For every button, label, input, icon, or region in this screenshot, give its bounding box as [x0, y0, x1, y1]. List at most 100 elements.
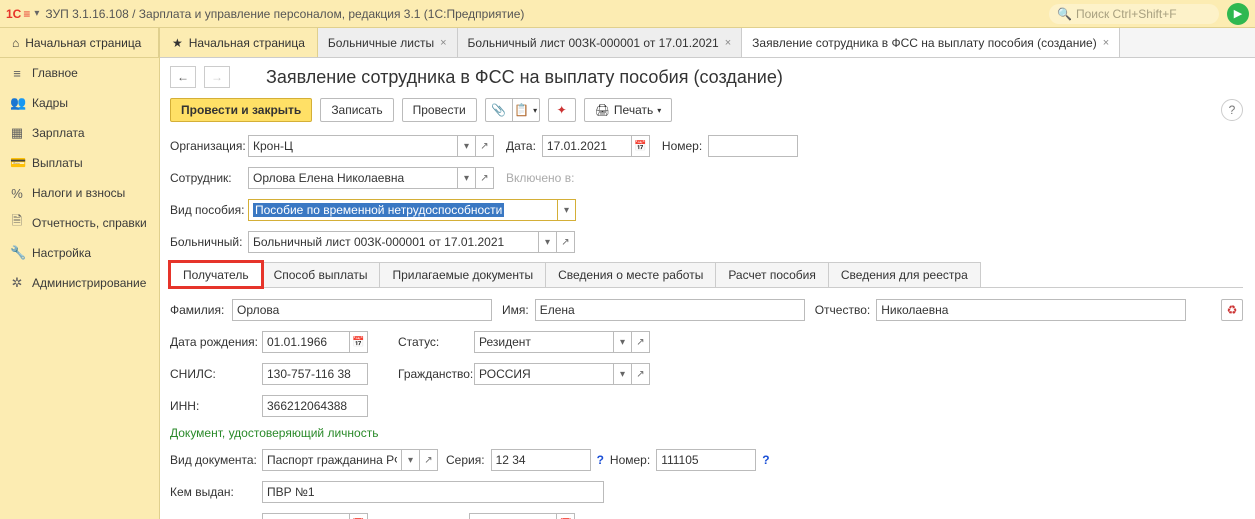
subtab-benefit-calc[interactable]: Расчет пособия [715, 262, 829, 287]
search-placeholder: Поиск Ctrl+Shift+F [1076, 7, 1177, 21]
open-icon[interactable]: ↗ [632, 363, 650, 385]
window-title: ЗУП 3.1.16.108 / Зарплата и управление п… [45, 7, 524, 21]
sidebar-item-main[interactable]: ≡Главное [0, 58, 159, 88]
doc-icon: 🗎 [10, 212, 24, 234]
open-icon[interactable]: ↗ [420, 449, 438, 471]
date-input[interactable] [542, 135, 632, 157]
included-in-label: Включено в: [506, 171, 574, 185]
dob-input[interactable] [262, 331, 350, 353]
series-label: Серия: [446, 453, 485, 467]
person-refresh-icon: ♻ [1227, 303, 1238, 317]
wrench-icon: 🔧 [10, 245, 24, 261]
citizenship-label: Гражданство: [398, 367, 468, 381]
dropdown-icon[interactable]: ▾ [539, 231, 557, 253]
inn-label: ИНН: [170, 399, 256, 413]
status-label: Статус: [398, 335, 468, 349]
dropdown-icon[interactable]: ▾ [558, 199, 576, 221]
print-button[interactable]: 🖨Печать▾ [584, 98, 673, 122]
sidebar-item-admin[interactable]: ✲Администрирование [0, 268, 159, 298]
name-label: Имя: [502, 303, 529, 317]
issue-date-input[interactable] [262, 513, 350, 519]
valid-until-input[interactable] [469, 513, 557, 519]
number-help[interactable]: ? [762, 453, 769, 467]
save-button[interactable]: Записать [320, 98, 393, 122]
subtab-recipient[interactable]: Получатель [170, 262, 262, 287]
patronymic-label: Отчество: [815, 303, 871, 317]
org-input[interactable] [248, 135, 458, 157]
attach-dropdown[interactable]: 📋▾ [512, 98, 540, 122]
attach-button[interactable]: 📎 [485, 98, 513, 122]
global-search[interactable]: 🔍 Поиск Ctrl+Shift+F [1049, 4, 1219, 24]
series-input[interactable] [491, 449, 591, 471]
subtab-registry-info[interactable]: Сведения для реестра [828, 262, 981, 287]
list-icon: ≡ [10, 66, 24, 81]
printer-icon: 🖨 [595, 103, 610, 117]
benefit-type-label: Вид пособия: [170, 203, 242, 217]
tab-sicklists[interactable]: Больничные листы× [318, 28, 458, 57]
close-icon[interactable]: × [440, 37, 446, 49]
calendar-icon[interactable]: 📅 [557, 513, 575, 519]
search-icon: 🔍 [1057, 7, 1072, 21]
clipboard-icon: 📋 [514, 103, 529, 117]
sidebar-item-hr[interactable]: 👥Кадры [0, 88, 159, 118]
surname-input[interactable] [232, 299, 492, 321]
status-input[interactable] [474, 331, 614, 353]
sidebar-item-payments[interactable]: 💳Выплаты [0, 148, 159, 178]
sidebar-item-salary[interactable]: ▦Зарплата [0, 118, 159, 148]
sidebar-item-settings[interactable]: 🔧Настройка [0, 238, 159, 268]
calendar-icon[interactable]: 📅 [350, 331, 368, 353]
subtab-payment-method[interactable]: Способ выплаты [261, 262, 381, 287]
sidebar-item-taxes[interactable]: %Налоги и взносы [0, 178, 159, 208]
open-icon[interactable]: ↗ [557, 231, 575, 253]
submit-button[interactable]: Провести [402, 98, 477, 122]
wand-icon: ✦ [557, 103, 567, 117]
open-icon[interactable]: ↗ [476, 135, 494, 157]
tab-sicklist-doc[interactable]: Больничный лист 00ЗК-000001 от 17.01.202… [458, 28, 743, 57]
card-icon: 💳 [10, 155, 24, 171]
number-input[interactable] [708, 135, 798, 157]
doc-number-input[interactable] [656, 449, 756, 471]
home-icon: ⌂ [12, 36, 19, 50]
name-input[interactable] [535, 299, 805, 321]
subtab-attached-docs[interactable]: Прилагаемые документы [379, 262, 546, 287]
patronymic-input[interactable] [876, 299, 1186, 321]
open-icon[interactable]: ↗ [632, 331, 650, 353]
magic-button[interactable]: ✦ [548, 98, 576, 122]
grid-icon: ▦ [10, 125, 24, 141]
forward-button[interactable]: → [204, 66, 230, 88]
close-icon[interactable]: × [725, 37, 731, 49]
dropdown-icon[interactable]: ▾ [402, 449, 420, 471]
series-help[interactable]: ? [597, 453, 604, 467]
inn-input[interactable] [262, 395, 368, 417]
dropdown-icon[interactable]: ▾ [614, 363, 632, 385]
refresh-person-button[interactable]: ♻ [1221, 299, 1243, 321]
run-button[interactable]: ▶ [1227, 3, 1249, 25]
doc-type-input[interactable] [262, 449, 402, 471]
dob-label: Дата рождения: [170, 335, 256, 349]
sidebar-home[interactable]: Начальная страница [25, 36, 141, 50]
app-menu-chevron[interactable]: ▾ [34, 8, 39, 19]
dropdown-icon[interactable]: ▾ [458, 135, 476, 157]
employee-input[interactable] [248, 167, 458, 189]
benefit-type-input[interactable]: Пособие по временной нетрудоспособности [248, 199, 558, 221]
back-button[interactable]: ← [170, 66, 196, 88]
submit-and-close-button[interactable]: Провести и закрыть [170, 98, 312, 122]
subtab-work-info[interactable]: Сведения о месте работы [545, 262, 716, 287]
sidebar-item-reports[interactable]: 🗎Отчетность, справки [0, 208, 159, 238]
open-icon[interactable]: ↗ [476, 167, 494, 189]
calendar-icon[interactable]: 📅 [632, 135, 650, 157]
calendar-icon[interactable]: 📅 [350, 513, 368, 519]
dropdown-icon[interactable]: ▾ [614, 331, 632, 353]
citizenship-input[interactable] [474, 363, 614, 385]
dropdown-icon[interactable]: ▾ [458, 167, 476, 189]
star-icon: ★ [172, 36, 183, 50]
close-icon[interactable]: × [1103, 37, 1109, 49]
paperclip-icon: 📎 [491, 103, 506, 117]
page-title: Заявление сотрудника в ФСС на выплату по… [266, 67, 783, 88]
issued-by-input[interactable] [262, 481, 604, 503]
tab-home-start[interactable]: ★ Начальная страница [160, 28, 318, 57]
sicklist-input[interactable] [248, 231, 539, 253]
snils-input[interactable] [262, 363, 368, 385]
tab-fss-application[interactable]: Заявление сотрудника в ФСС на выплату по… [742, 28, 1120, 57]
help-button[interactable]: ? [1221, 99, 1243, 121]
